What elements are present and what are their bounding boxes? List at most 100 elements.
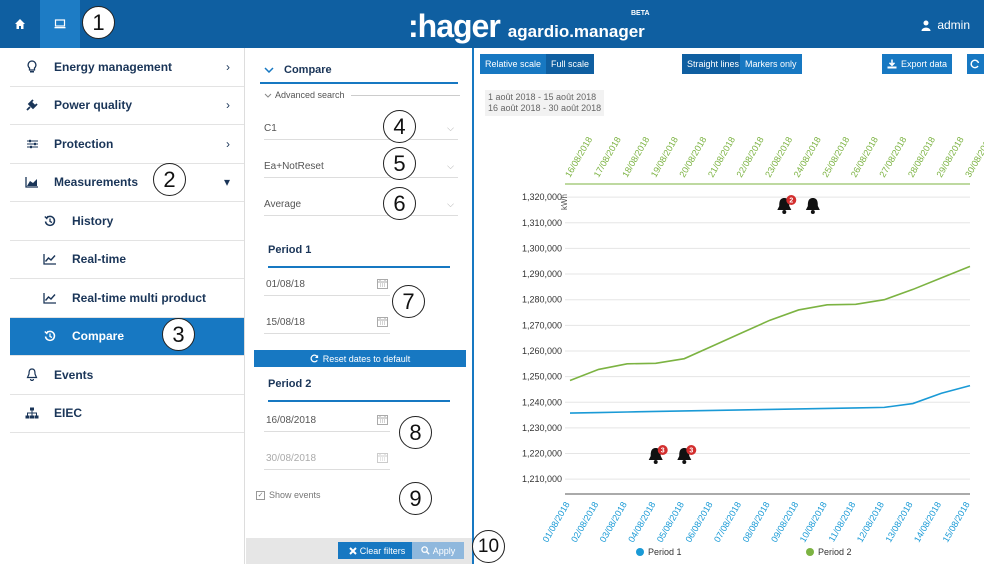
y-axis-label: kWh [560, 194, 569, 210]
x-tick-label: 08/08/2018 [741, 500, 772, 544]
sidebar-item-events[interactable]: Events [10, 356, 244, 395]
date-value: 01/08/18 [266, 279, 305, 290]
legend-label: Period 1 [648, 547, 682, 557]
sidebar-item-label: Compare [72, 329, 125, 344]
show-events-checkbox[interactable]: ✓ Show events [256, 490, 321, 500]
x-top-tick-label: 20/08/2018 [677, 135, 708, 179]
callout-4: 4 [383, 110, 416, 143]
user-menu[interactable]: admin [921, 18, 970, 32]
tab-home[interactable] [0, 0, 40, 48]
period-2-header: Period 2 [268, 378, 450, 402]
user-icon [921, 20, 931, 31]
y-tick-label: 1,250,000 [522, 372, 562, 382]
sidebar-item-eiec[interactable]: EIEC [10, 395, 244, 433]
date-value: 30/08/2018 [266, 453, 317, 464]
app-name: agardio.manager [507, 22, 645, 41]
chevron-down-icon [264, 93, 272, 98]
measure-select-value: Ea+NotReset [264, 161, 324, 172]
callout-10: 10 [472, 530, 505, 563]
advanced-search-label: Advanced search [275, 90, 345, 100]
export-data-button[interactable]: Export data [882, 54, 953, 74]
period-1-label: Period 1 [268, 244, 312, 256]
hager-logo: :hager [408, 8, 501, 44]
legend-label: Period 2 [818, 547, 852, 557]
refresh-icon [970, 59, 980, 69]
sidebar-item-power-quality[interactable]: Power quality › [10, 87, 244, 125]
straight-lines-label: Straight lines [687, 59, 740, 69]
product-select-value: C1 [264, 123, 277, 134]
calendar-icon[interactable] [377, 414, 388, 428]
x-tick-label: 07/08/2018 [712, 500, 743, 544]
chevron-down-icon: ⌵ [447, 161, 454, 171]
x-top-tick-label: 18/08/2018 [620, 135, 651, 179]
y-tick-label: 1,220,000 [522, 449, 562, 459]
period-2-start-date[interactable]: 16/08/2018 [264, 410, 390, 432]
sidebar-item-label: Protection [54, 136, 114, 151]
reset-dates-button[interactable]: Reset dates to default [254, 350, 466, 367]
markers-only-button[interactable]: Markers only [740, 54, 802, 74]
calendar-icon[interactable] [377, 316, 388, 330]
export-data-label: Export data [901, 59, 948, 69]
x-tick-label: 15/08/2018 [941, 500, 972, 544]
full-scale-label: Full scale [551, 59, 590, 69]
event-bell-icon[interactable] [805, 198, 820, 214]
x-tick-label: 10/08/2018 [798, 500, 829, 544]
comparison-line-chart: 1,210,000 1,220,000 1,230,000 1,240,000 1,25… [522, 135, 984, 557]
aggregation-select[interactable]: Average ⌵ [264, 194, 458, 216]
sidebar-item-label: History [72, 213, 114, 228]
close-icon [349, 546, 357, 555]
x-top-tick-label: 28/08/2018 [906, 135, 937, 179]
product-select[interactable]: C1 ⌵ [264, 118, 458, 140]
x-tick-label: 06/08/2018 [683, 500, 714, 544]
monitor-icon [54, 19, 66, 29]
x-tick-label: 04/08/2018 [626, 500, 657, 544]
sidebar-item-real-time[interactable]: Real-time [10, 241, 244, 279]
sidebar-item-protection[interactable]: Protection › [10, 125, 244, 164]
advanced-search-toggle[interactable]: Advanced search [264, 90, 460, 100]
refresh-button[interactable] [967, 54, 984, 74]
compare-section-header[interactable]: Compare [260, 58, 458, 84]
y-tick-label: 1,240,000 [522, 397, 562, 407]
chevron-right-icon: › [226, 136, 230, 151]
period-1-end-date[interactable]: 15/08/18 [264, 312, 390, 334]
x-tick-label: 03/08/2018 [598, 500, 629, 544]
tab-monitor[interactable] [40, 0, 80, 48]
x-tick-label: 14/08/2018 [912, 500, 943, 544]
sidebar-item-label: Measurements [54, 175, 139, 190]
sidebar-item-history[interactable]: History [10, 202, 244, 241]
checkbox-checked-icon[interactable]: ✓ [256, 490, 265, 500]
sidebar-item-label: Real-time [72, 252, 127, 267]
sidebar-item-real-time-multi-product[interactable]: Real-time multi product [10, 279, 244, 318]
calendar-icon[interactable] [377, 278, 388, 292]
sidebar-item-measurements[interactable]: Measurements ▾ [10, 164, 244, 202]
measure-select[interactable]: Ea+NotReset ⌵ [264, 156, 458, 178]
line-chart-icon [40, 292, 60, 304]
x-tick-label: 01/08/2018 [541, 500, 572, 544]
y-tick-label: 1,260,000 [522, 346, 562, 356]
sidebar-item-label: Power quality [54, 98, 133, 113]
sliders-icon [22, 138, 42, 150]
sidebar-item-compare[interactable]: Compare [10, 317, 244, 356]
y-tick-label: 1,280,000 [522, 295, 562, 305]
period-2-label: Period 2 [268, 378, 312, 390]
callout-5: 5 [383, 147, 416, 180]
x-tick-label: 05/08/2018 [655, 500, 686, 544]
x-top-tick-label: 19/08/2018 [649, 135, 680, 179]
date-value: 16/08/2018 [266, 415, 317, 426]
clear-filters-button[interactable]: Clear filters [338, 542, 416, 559]
relative-scale-button[interactable]: Relative scale [480, 54, 547, 74]
full-scale-button[interactable]: Full scale [546, 54, 595, 74]
straight-lines-button[interactable]: Straight lines [682, 54, 745, 74]
apply-button[interactable]: Apply [412, 542, 464, 559]
period-1-start-date[interactable]: 01/08/18 [264, 274, 390, 296]
period-1-header: Period 1 [268, 244, 450, 268]
chevron-down-icon [264, 67, 274, 73]
plug-icon [22, 98, 42, 112]
history-icon [40, 330, 60, 342]
aggregation-select-value: Average [264, 199, 302, 210]
calendar-icon [377, 452, 388, 466]
search-icon [421, 546, 430, 555]
chevron-right-icon: › [226, 59, 230, 74]
sidebar-item-energy-management[interactable]: Energy management › [10, 48, 244, 87]
x-top-tick-label: 25/08/2018 [820, 135, 851, 179]
